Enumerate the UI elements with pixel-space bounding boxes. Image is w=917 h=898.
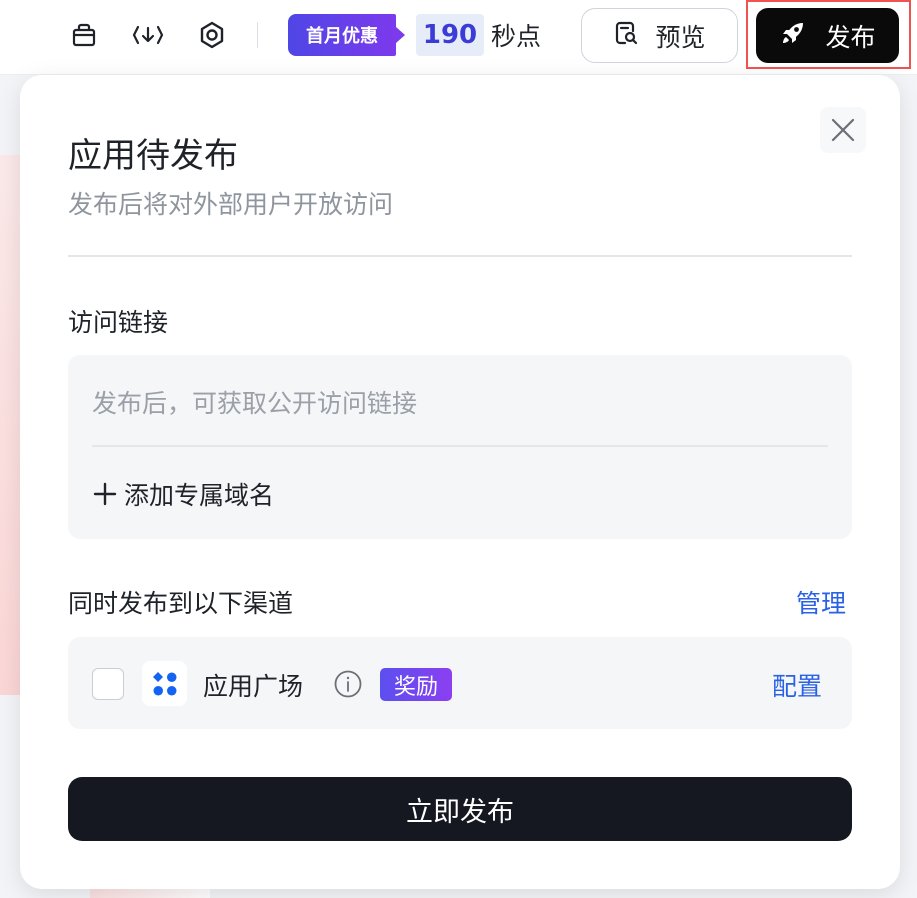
publish-now-button[interactable]: 立即发布 xyxy=(68,777,852,841)
access-link-label: 访问链接 xyxy=(68,308,169,337)
rocket-icon xyxy=(779,19,807,53)
manage-channels-link[interactable]: 管理 xyxy=(796,584,846,620)
add-domain-button[interactable]: 添加专属域名 xyxy=(92,476,274,512)
reward-badge: 奖励 xyxy=(380,668,452,701)
close-button[interactable] xyxy=(820,107,866,153)
preview-label: 预览 xyxy=(655,22,706,52)
settings-hex-icon[interactable] xyxy=(195,18,229,52)
access-link-placeholder: 发布后，可获取公开访问链接 xyxy=(92,389,418,418)
credits-unit: 秒点 xyxy=(491,22,542,51)
configure-channel-link[interactable]: 配置 xyxy=(772,667,822,703)
shop-bag-icon[interactable] xyxy=(67,18,101,52)
publish-button[interactable]: 发布 xyxy=(756,8,899,63)
channel-checkbox[interactable] xyxy=(92,668,124,700)
publish-label: 发布 xyxy=(825,22,876,52)
preview-icon xyxy=(613,20,639,52)
credits-value: 190 xyxy=(416,14,484,56)
plus-icon xyxy=(93,482,117,506)
toolbar-divider xyxy=(257,22,258,48)
preview-button[interactable]: 预览 xyxy=(581,8,738,63)
channel-name: 应用广场 xyxy=(203,672,304,701)
access-link-divider xyxy=(92,445,828,447)
app-square-logo-icon xyxy=(142,661,187,706)
code-download-icon[interactable] xyxy=(131,18,165,52)
top-toolbar: 首月优惠 190 秒点 预览 发布 xyxy=(0,0,917,75)
promo-badge[interactable]: 首月优惠 xyxy=(288,14,405,56)
dialog-divider xyxy=(68,255,852,257)
add-domain-label: 添加专属域名 xyxy=(124,481,275,510)
dialog-title: 应用待发布 xyxy=(68,136,238,176)
info-icon[interactable] xyxy=(333,669,363,699)
close-icon xyxy=(831,118,855,142)
dialog-subtitle: 发布后将对外部用户开放访问 xyxy=(68,190,394,219)
channels-label: 同时发布到以下渠道 xyxy=(68,589,294,618)
